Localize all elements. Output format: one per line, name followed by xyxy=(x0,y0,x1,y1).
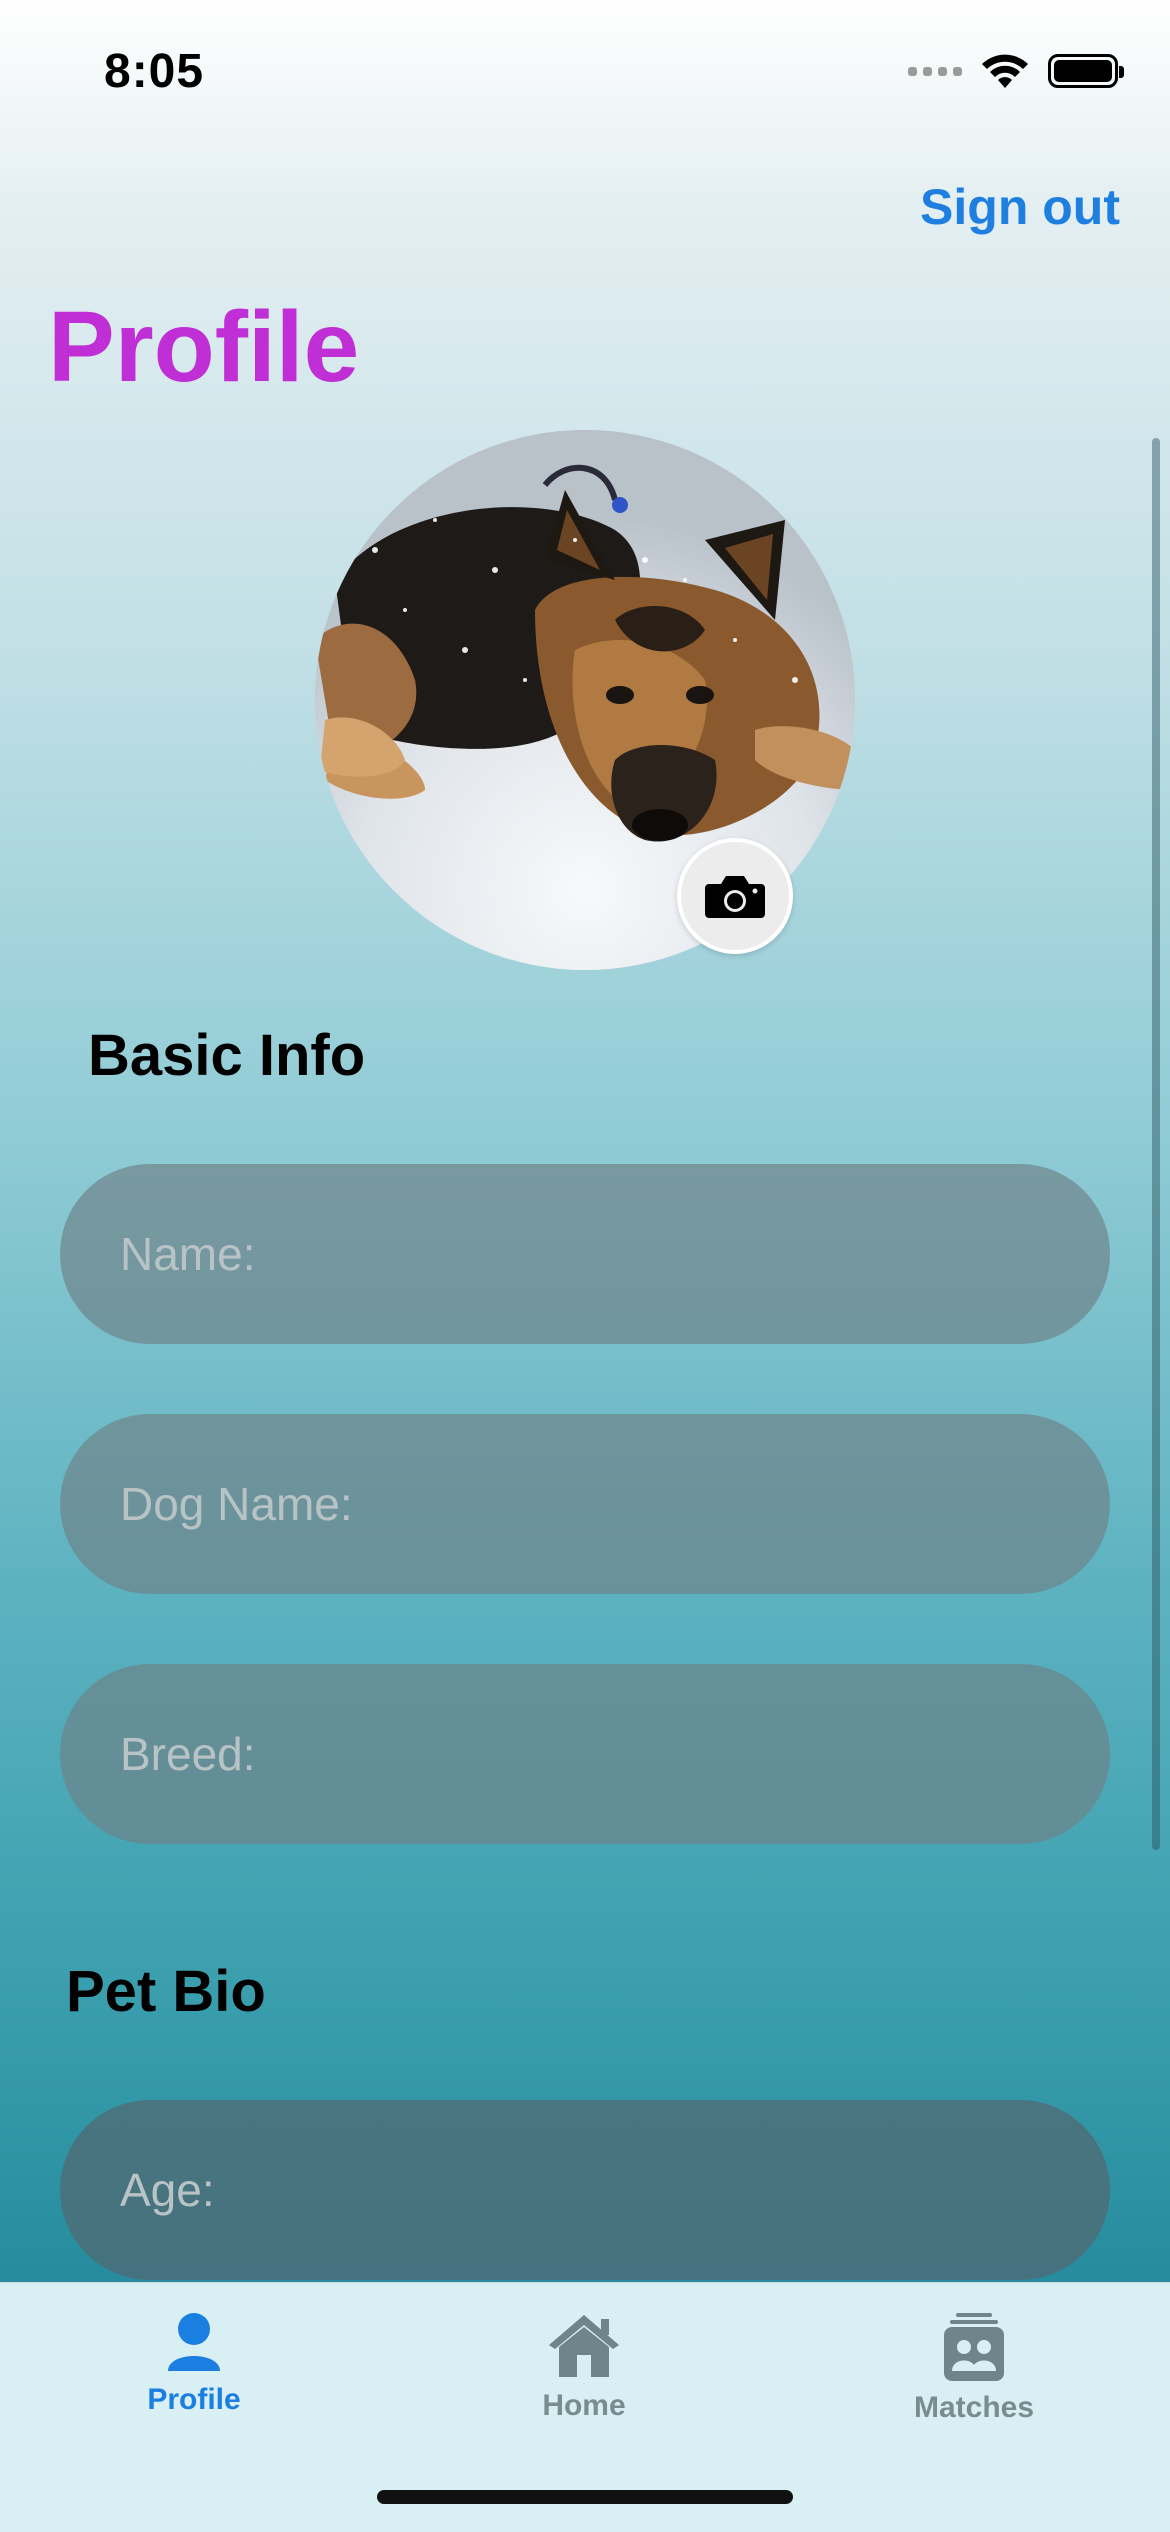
sign-out-button[interactable]: Sign out xyxy=(920,178,1120,236)
camera-icon xyxy=(705,876,765,918)
status-icons xyxy=(908,52,1124,90)
profile-photo[interactable] xyxy=(315,430,855,970)
wifi-icon xyxy=(982,54,1028,88)
page-title: Profile xyxy=(48,291,360,403)
cellular-signal-icon xyxy=(908,66,962,76)
home-indicator xyxy=(377,2490,793,2504)
tab-matches[interactable]: Matches xyxy=(824,2311,1124,2425)
tab-profile-label: Profile xyxy=(147,2383,241,2416)
age-field[interactable]: Age: xyxy=(60,2100,1110,2280)
battery-icon xyxy=(1048,54,1124,88)
pet-bio-heading: Pet Bio xyxy=(66,1959,266,2024)
name-field[interactable]: Name: xyxy=(60,1164,1110,1344)
status-time: 8:05 xyxy=(104,45,205,98)
matches-icon xyxy=(944,2313,1004,2381)
house-icon xyxy=(549,2315,619,2377)
breed-field-placeholder: Breed: xyxy=(120,1728,256,1780)
basic-info-heading: Basic Info xyxy=(88,1023,366,1088)
name-field-placeholder: Name: xyxy=(120,1228,256,1280)
status-bar: 8:05 xyxy=(0,0,1170,140)
camera-button[interactable] xyxy=(677,838,793,954)
breed-field[interactable]: Breed: xyxy=(60,1664,1110,1844)
dog-name-field-placeholder: Dog Name: xyxy=(120,1478,353,1530)
tab-profile[interactable]: Profile xyxy=(44,2311,344,2417)
tab-home-label: Home xyxy=(542,2389,626,2422)
dog-name-field[interactable]: Dog Name: xyxy=(60,1414,1110,1594)
person-icon xyxy=(168,2313,220,2371)
scroll-indicator[interactable] xyxy=(1152,438,1160,1850)
age-field-placeholder: Age: xyxy=(120,2164,215,2216)
tab-matches-label: Matches xyxy=(913,2391,1035,2424)
tab-home[interactable]: Home xyxy=(434,2311,734,2423)
